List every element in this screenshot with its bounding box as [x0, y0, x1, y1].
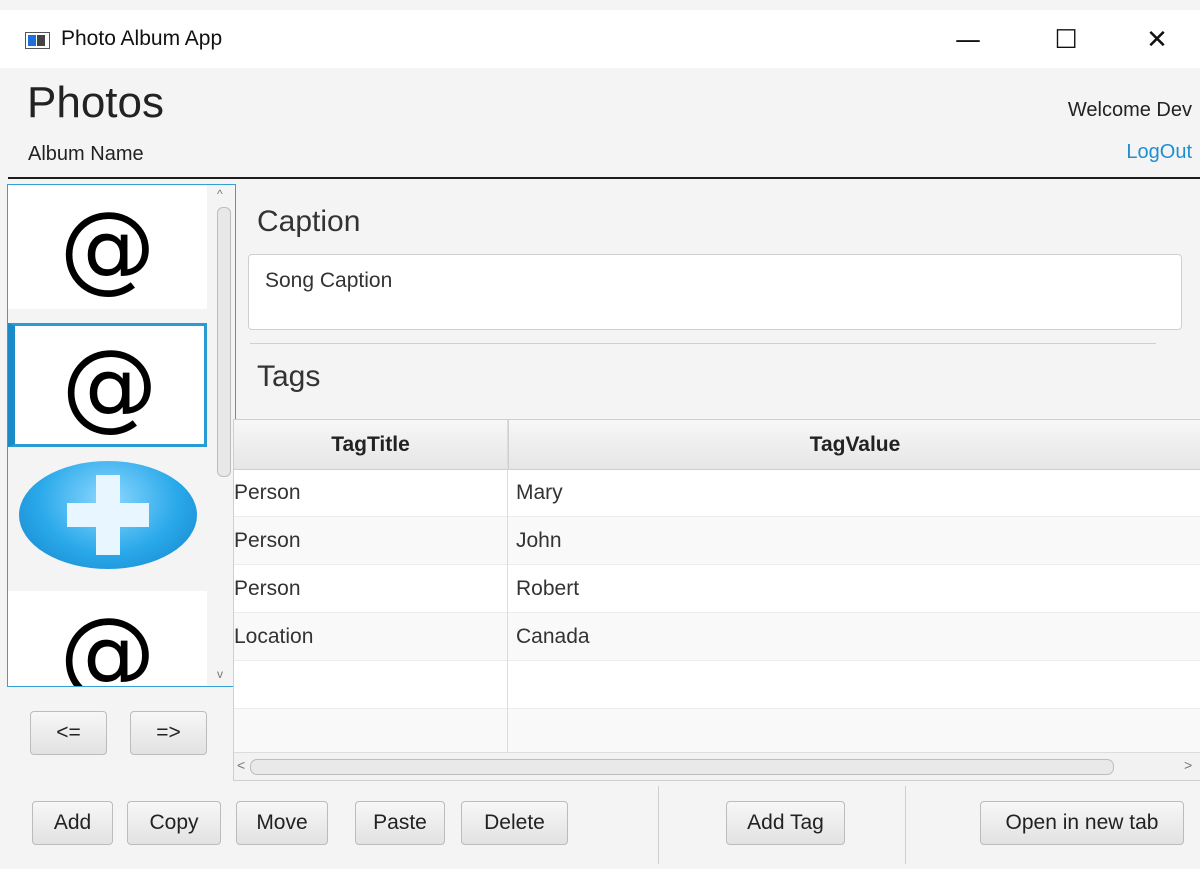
logout-link[interactable]: LogOut	[1126, 141, 1192, 164]
tag-value-cell: Canada	[516, 625, 590, 648]
scrollbar-thumb[interactable]	[217, 207, 231, 477]
welcome-label: Welcome Dev	[1067, 99, 1192, 121]
photo-thumbnail[interactable]	[8, 453, 207, 577]
header-divider	[8, 177, 1200, 179]
table-row-empty[interactable]	[234, 661, 1200, 709]
scrollbar-thumb[interactable]	[250, 759, 1114, 775]
scroll-down-icon[interactable]: v	[217, 667, 223, 681]
close-icon[interactable]: ✕	[1137, 20, 1177, 60]
column-divider	[507, 420, 508, 755]
table-header: TagTitle TagValue	[234, 420, 1200, 470]
page-title: Photos	[27, 78, 164, 127]
photo-thumbnail[interactable]: @	[8, 185, 207, 309]
delete-button[interactable]: Delete	[461, 801, 568, 845]
window-title: Photo Album App	[61, 27, 223, 50]
tag-value-cell: John	[516, 529, 562, 552]
table-row-empty[interactable]	[234, 709, 1200, 757]
plus-icon	[18, 461, 197, 569]
caption-value: Song Caption	[265, 269, 393, 292]
caption-label: Caption	[257, 205, 361, 238]
paste-button[interactable]: Paste	[355, 801, 445, 845]
app-window: Photo Album App — ☐ ✕ Photos Album Name …	[0, 0, 1200, 869]
tag-title-cell: Location	[234, 625, 314, 648]
tags-table[interactable]: TagTitle TagValue Person Mary Person Joh…	[233, 419, 1200, 781]
table-horizontal-scrollbar[interactable]: < >	[234, 752, 1200, 780]
at-symbol-image: @	[61, 329, 158, 441]
table-row[interactable]: Person John	[234, 517, 1200, 565]
caption-field[interactable]: Song Caption	[248, 254, 1182, 330]
at-symbol-image: @	[59, 191, 156, 303]
at-symbol-image: @	[59, 597, 156, 687]
add-tag-button[interactable]: Add Tag	[726, 801, 845, 845]
scroll-left-icon[interactable]: <	[237, 757, 245, 773]
next-photo-button[interactable]: =>	[130, 711, 207, 755]
tag-title-cell: Person	[234, 577, 301, 600]
tag-value-cell: Robert	[516, 577, 580, 600]
toolbar-divider	[905, 786, 906, 864]
photo-thumbnail[interactable]: @	[8, 591, 207, 687]
tag-title-cell: Person	[234, 481, 301, 504]
photo-thumbnail-list[interactable]: @ @ @ ^ v	[7, 184, 236, 687]
photo-thumbnail-selected[interactable]: @	[8, 323, 207, 447]
album-name-label: Album Name	[28, 143, 144, 165]
title-bar: Photo Album App — ☐ ✕	[0, 10, 1200, 68]
maximize-icon[interactable]: ☐	[1046, 20, 1086, 60]
table-row[interactable]: Person Mary	[234, 469, 1200, 517]
table-row[interactable]: Person Robert	[234, 565, 1200, 613]
table-row[interactable]: Location Canada	[234, 613, 1200, 661]
scroll-right-icon[interactable]: >	[1184, 757, 1192, 773]
tag-value-cell: Mary	[516, 481, 563, 504]
open-in-new-tab-button[interactable]: Open in new tab	[980, 801, 1184, 845]
minimize-icon[interactable]: —	[948, 20, 988, 60]
move-button[interactable]: Move	[236, 801, 328, 845]
app-icon	[25, 32, 50, 49]
scroll-up-icon[interactable]: ^	[217, 187, 223, 201]
tags-label: Tags	[257, 360, 321, 393]
section-divider	[250, 343, 1156, 344]
previous-photo-button[interactable]: <=	[30, 711, 107, 755]
thumbnail-vertical-scrollbar[interactable]: ^ v	[211, 185, 235, 686]
tag-title-cell: Person	[234, 529, 301, 552]
copy-button[interactable]: Copy	[127, 801, 221, 845]
add-button[interactable]: Add	[32, 801, 113, 845]
toolbar-divider	[658, 786, 659, 864]
column-header-tagtitle[interactable]: TagTitle	[234, 420, 507, 469]
column-header-tagvalue[interactable]: TagValue	[508, 420, 1200, 469]
